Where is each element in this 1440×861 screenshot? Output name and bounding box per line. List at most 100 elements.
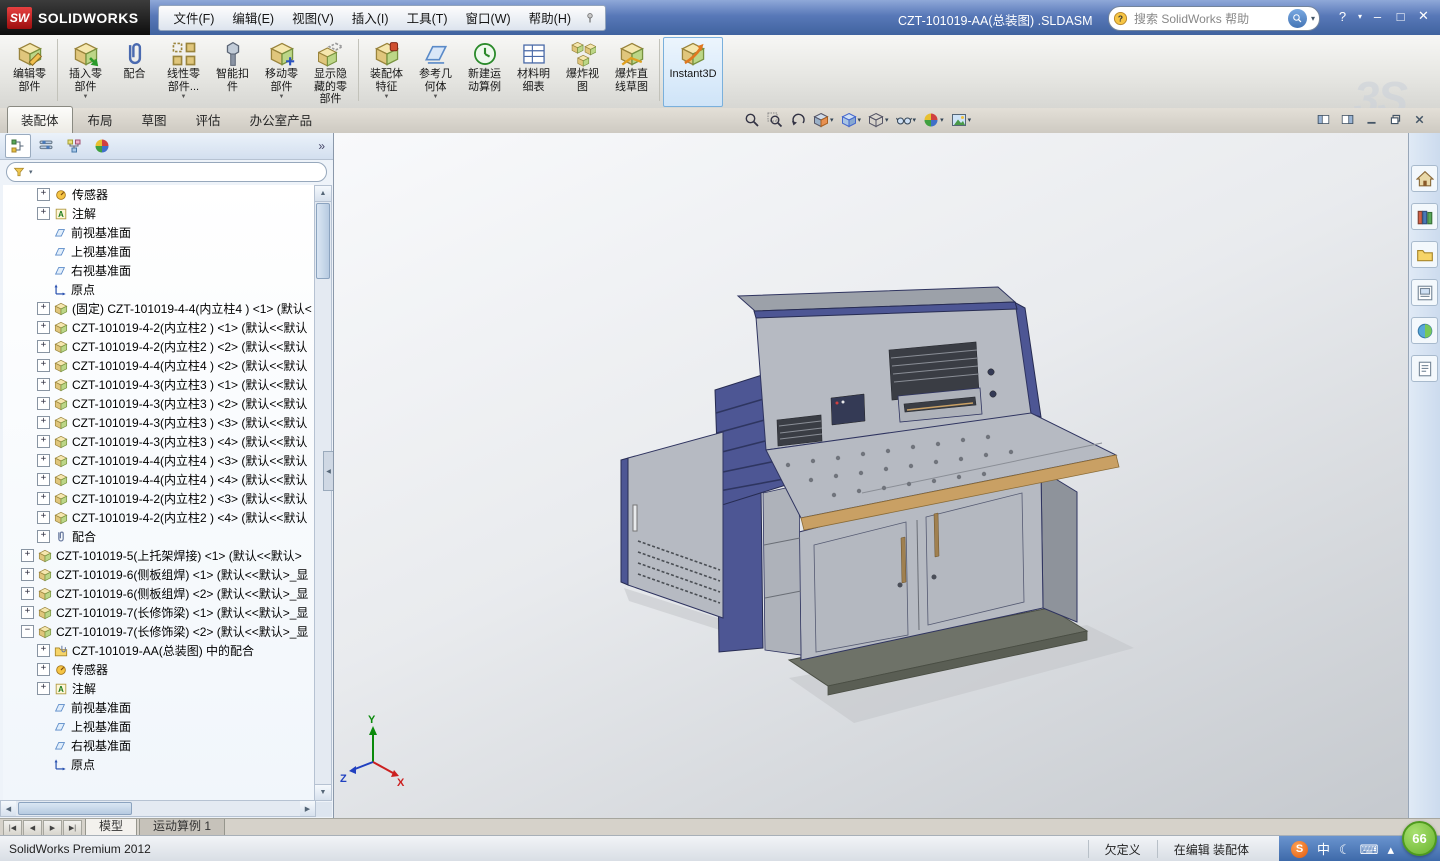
expand-toggle[interactable]: + xyxy=(37,378,50,391)
tab-assembly[interactable]: 装配体 xyxy=(7,106,73,133)
ribbon-edit-component-button[interactable]: 编辑零部件 xyxy=(5,37,54,107)
input-lang-icon[interactable]: 中 xyxy=(1317,841,1330,858)
last-model-tab-button[interactable]: ▶| xyxy=(63,820,82,836)
keyboard-icon[interactable]: ⌨ xyxy=(1360,841,1379,858)
help-search-input[interactable] xyxy=(1132,11,1284,27)
ribbon-reference-geometry-button[interactable]: 参考几何体 ▼ xyxy=(411,37,460,107)
menu-edit[interactable]: 编辑(E) xyxy=(223,5,283,30)
expand-toggle[interactable]: + xyxy=(37,530,50,543)
first-model-tab-button[interactable]: |◀ xyxy=(3,820,22,836)
menu-window[interactable]: 窗口(W) xyxy=(457,5,520,30)
tree-item[interactable]: +CZT-101019-AA(总装图) 中的配合 xyxy=(3,641,315,660)
headsup-zoom-fit-button[interactable] xyxy=(742,111,762,129)
ribbon-exploded-view-button[interactable]: 爆炸视图 xyxy=(558,37,607,107)
dropdown-caret-icon[interactable]: ▼ xyxy=(160,94,207,100)
scroll-up-icon[interactable]: ▲ xyxy=(315,186,331,202)
propertymanager-tab[interactable] xyxy=(33,134,59,158)
tree-item[interactable]: +CZT-101019-4-2(内立柱2 ) <3> (默认<<默认 xyxy=(3,489,315,508)
expand-toggle[interactable]: + xyxy=(21,587,34,600)
tree-item[interactable]: +CZT-101019-4-3(内立柱3 ) <4> (默认<<默认 xyxy=(3,432,315,451)
expand-toggle[interactable]: + xyxy=(37,321,50,334)
tree-item[interactable]: 前视基准面 xyxy=(3,698,315,717)
tree-item[interactable]: +CZT-101019-4-3(内立柱3 ) <2> (默认<<默认 xyxy=(3,394,315,413)
ribbon-assembly-features-button[interactable]: 装配体特征 ▼ xyxy=(362,37,411,107)
minimize-button[interactable]: – xyxy=(1367,9,1388,24)
headsup-display-style-button[interactable]: ▾ xyxy=(866,111,891,129)
headsup-hide-show-items-button[interactable]: ▾ xyxy=(894,111,919,129)
expand-toggle[interactable]: + xyxy=(37,340,50,353)
tree-item[interactable]: +传感器 xyxy=(3,185,315,204)
pin-icon[interactable] xyxy=(580,12,600,24)
tree-item[interactable]: 前视基准面 xyxy=(3,223,315,242)
tree-item[interactable]: +A注解 xyxy=(3,204,315,223)
expand-toggle[interactable]: + xyxy=(21,568,34,581)
tree-item[interactable]: +CZT-101019-4-3(内立柱3 ) <3> (默认<<默认 xyxy=(3,413,315,432)
tree-item[interactable]: +CZT-101019-6(侧板组焊) <2> (默认<<默认>_显 xyxy=(3,584,315,603)
menu-tools[interactable]: 工具(T) xyxy=(398,5,457,30)
tree-item[interactable]: +配合 xyxy=(3,527,315,546)
scroll-right-icon[interactable]: ▶ xyxy=(300,801,315,816)
tree-item[interactable]: +CZT-101019-5(上托架焊接) <1> (默认<<默认> xyxy=(3,546,315,565)
search-icon[interactable] xyxy=(1288,9,1307,28)
expand-toggle[interactable]: + xyxy=(37,511,50,524)
tree-item[interactable]: +(固定) CZT-101019-4-4(内立柱4 ) <1> (默认< xyxy=(3,299,315,318)
tree-item[interactable]: +CZT-101019-4-2(内立柱2 ) <1> (默认<<默认 xyxy=(3,318,315,337)
expand-toggle[interactable]: + xyxy=(37,682,50,695)
sogou-input-icon[interactable]: S xyxy=(1291,841,1308,858)
tree-item[interactable]: +传感器 xyxy=(3,660,315,679)
ribbon-move-component-button[interactable]: 移动零部件 ▼ xyxy=(257,37,306,107)
tab-evaluate[interactable]: 评估 xyxy=(182,106,235,133)
ribbon-show-hidden-components-button[interactable]: 显示隐藏的零部件 xyxy=(306,37,355,107)
dropdown-caret-icon[interactable]: ▼ xyxy=(363,94,410,100)
ribbon-explode-line-sketch-button[interactable]: 爆炸直线草图 xyxy=(607,37,656,107)
tree-item[interactable]: 右视基准面 xyxy=(3,261,315,280)
tree-item[interactable]: +CZT-101019-7(长修饰梁) <1> (默认<<默认>_显 xyxy=(3,603,315,622)
displaymanager-tab[interactable] xyxy=(89,134,115,158)
tree-item[interactable]: +CZT-101019-4-2(内立柱2 ) <2> (默认<<默认 xyxy=(3,337,315,356)
pane-left-button[interactable] xyxy=(1315,112,1332,127)
close-button[interactable]: ✕ xyxy=(1413,8,1434,24)
tab-office[interactable]: 办公室产品 xyxy=(236,106,327,133)
win-min-button[interactable] xyxy=(1363,112,1380,127)
tree-item[interactable]: 右视基准面 xyxy=(3,736,315,755)
ribbon-bill-of-materials-button[interactable]: 材料明细表 xyxy=(509,37,558,107)
headsup-section-view-button[interactable]: ▾ xyxy=(811,111,836,129)
dropdown-caret-icon[interactable]: ▼ xyxy=(258,94,305,100)
ribbon-new-motion-study-button[interactable]: 新建运动算例 xyxy=(460,37,509,107)
tree-filter-input[interactable]: ▾ xyxy=(6,162,327,182)
scroll-left-icon[interactable]: ◀ xyxy=(1,801,16,816)
menu-file[interactable]: 文件(F) xyxy=(164,5,223,30)
scrollbar-thumb[interactable] xyxy=(18,802,132,815)
expand-toggle[interactable]: + xyxy=(37,416,50,429)
expand-toggle[interactable]: + xyxy=(37,663,50,676)
menu-insert[interactable]: 插入(I) xyxy=(343,5,398,30)
win-restore-button[interactable] xyxy=(1387,112,1404,127)
tree-vertical-scrollbar[interactable]: ▲ ▼ xyxy=(314,185,332,801)
ribbon-mate-button[interactable]: 配合 xyxy=(110,37,159,107)
overlay-badge[interactable]: 66 xyxy=(1402,821,1437,856)
menu-view[interactable]: 视图(V) xyxy=(283,5,343,30)
ribbon-insert-component-button[interactable]: 插入零部件 ▼ xyxy=(61,37,110,107)
expand-toggle[interactable]: + xyxy=(37,207,50,220)
tray-expand-icon[interactable]: ▴ xyxy=(1387,841,1394,858)
configurationmanager-tab[interactable] xyxy=(61,134,87,158)
maximize-button[interactable]: □ xyxy=(1390,9,1411,24)
win-close-button[interactable] xyxy=(1411,112,1428,127)
tree-item[interactable]: +CZT-101019-4-2(内立柱2 ) <4> (默认<<默认 xyxy=(3,508,315,527)
prev-model-tab-button[interactable]: ◀ xyxy=(23,820,42,836)
tab-sketch[interactable]: 草图 xyxy=(128,106,181,133)
expand-toggle[interactable]: + xyxy=(37,492,50,505)
ribbon-instant3d-button[interactable]: Instant3D xyxy=(663,37,723,107)
expand-toggle[interactable]: + xyxy=(37,473,50,486)
help-menu-button[interactable]: ▾ xyxy=(1355,12,1365,21)
dropdown-caret-icon[interactable]: ▼ xyxy=(62,94,109,100)
dropdown-caret-icon[interactable]: ▼ xyxy=(412,94,459,100)
help-button[interactable]: ? xyxy=(1332,9,1353,24)
taskpane-view-palette[interactable] xyxy=(1411,279,1438,306)
bottom-tab-motion-study-1[interactable]: 运动算例 1 xyxy=(139,819,225,836)
tree-item[interactable]: +A注解 xyxy=(3,679,315,698)
expand-toggle[interactable]: + xyxy=(37,302,50,315)
headsup-zoom-area-button[interactable] xyxy=(765,111,785,129)
taskpane-custom-properties[interactable] xyxy=(1411,355,1438,382)
headsup-edit-appearance-button[interactable]: ▾ xyxy=(921,111,946,129)
